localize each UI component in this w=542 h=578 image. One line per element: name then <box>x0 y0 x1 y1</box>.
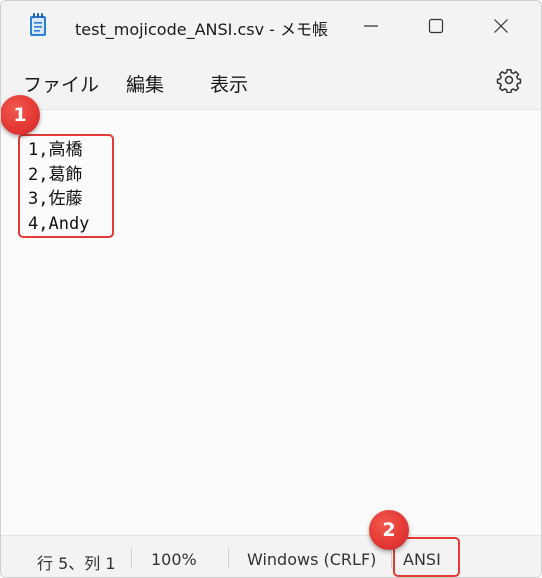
line-ending: Windows (CRLF) <box>247 550 377 569</box>
status-bar: 行 5、列 1 100% Windows (CRLF) ANSI <box>1 535 541 577</box>
gear-icon[interactable] <box>496 67 522 94</box>
minimize-button[interactable] <box>346 1 396 51</box>
cursor-position: 行 5、列 1 <box>37 554 116 573</box>
annotation-badge-1: 1 <box>1 95 40 135</box>
annotation-badge-2: 2 <box>369 510 409 550</box>
status-divider <box>391 548 392 568</box>
notepad-icon <box>29 13 47 37</box>
status-divider <box>131 548 132 568</box>
zoom-level[interactable]: 100% <box>151 550 197 569</box>
status-divider <box>228 548 229 568</box>
menu-bar: ファイル 編集 表示 <box>1 51 541 110</box>
minimize-icon <box>364 25 378 27</box>
notepad-window: test_mojicode_ANSI.csv - メモ帳 ファイル 編集 表示 <box>0 0 542 578</box>
maximize-icon <box>428 18 444 34</box>
title-bar[interactable]: test_mojicode_ANSI.csv - メモ帳 <box>1 1 541 51</box>
close-icon <box>494 19 508 33</box>
editor-line: 3,佐藤 <box>28 189 83 209</box>
editor-line: 1,高橋 <box>28 140 83 160</box>
close-button[interactable] <box>476 1 526 51</box>
editor-line: 2,葛飾 <box>28 164 83 185</box>
menu-file[interactable]: ファイル <box>23 70 99 97</box>
text-editor[interactable]: 1,高橋 2,葛飾 3,佐藤 4,Andy <box>1 110 541 534</box>
menu-edit[interactable]: 編集 <box>126 70 164 97</box>
maximize-button[interactable] <box>411 1 461 51</box>
menu-view[interactable]: 表示 <box>210 70 248 97</box>
editor-line: 4,Andy <box>28 213 90 234</box>
window-title: test_mojicode_ANSI.csv - メモ帳 <box>75 20 329 39</box>
editor-content[interactable]: 1,高橋 2,葛飾 3,佐藤 4,Andy <box>28 138 89 236</box>
